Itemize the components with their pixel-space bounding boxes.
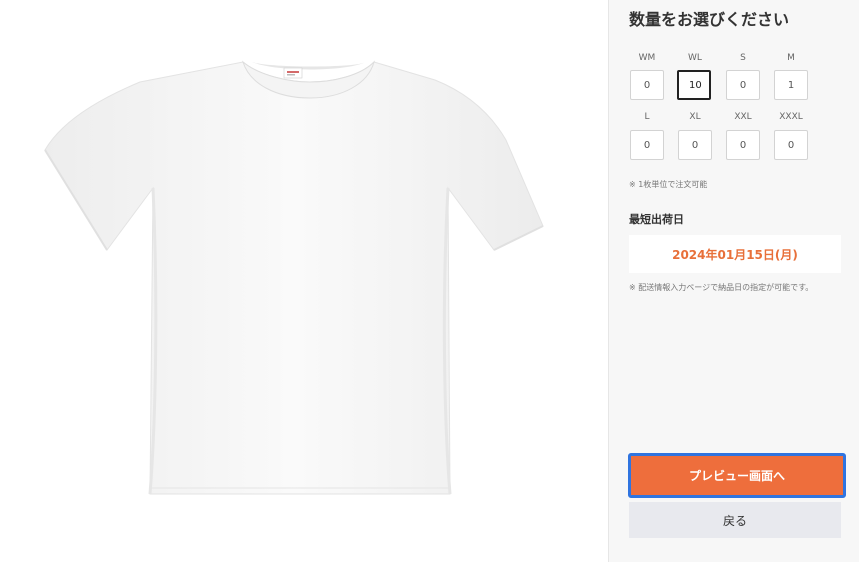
size-label-m: M <box>787 53 795 63</box>
quantity-heading: 数量をお選びください <box>629 10 790 29</box>
preview-button[interactable]: プレビュー画面へ <box>628 453 846 498</box>
size-label-s: S <box>740 53 746 63</box>
back-button[interactable]: 戻る <box>629 502 841 538</box>
tshirt-image <box>44 60 544 495</box>
unit-note: ※ 1枚単位で注文可能 <box>629 180 708 189</box>
delivery-note: ※ 配送情報入力ページで納品日の指定が可能です。 <box>629 283 814 292</box>
size-label-xl: XL <box>689 112 701 122</box>
size-label-wl: WL <box>688 53 702 63</box>
order-panel: 数量をお選びください WM WL S M L XL XXL XXXL ※ 1枚単… <box>608 0 859 562</box>
shipping-date-box: 2024年01月15日(月) <box>629 235 841 273</box>
back-button-label: 戻る <box>722 513 747 528</box>
size-label-xxxl: XXXL <box>779 112 803 122</box>
quantity-input-m[interactable] <box>774 70 808 100</box>
quantity-input-wm[interactable] <box>630 70 664 100</box>
quantity-input-l[interactable] <box>630 130 664 160</box>
shipping-date-label: 最短出荷日 <box>629 213 684 226</box>
shipping-date-value: 2024年01月15日(月) <box>672 247 798 262</box>
quantity-input-s[interactable] <box>726 70 760 100</box>
size-label-wm: WM <box>638 53 656 63</box>
product-preview-area <box>0 0 608 562</box>
quantity-input-xxl[interactable] <box>726 130 760 160</box>
size-label-l: L <box>644 112 650 122</box>
quantity-input-wl[interactable] <box>677 70 711 100</box>
preview-button-label: プレビュー画面へ <box>688 469 785 483</box>
quantity-input-xl[interactable] <box>678 130 712 160</box>
size-label-xxl: XXL <box>734 112 752 122</box>
quantity-input-xxxl[interactable] <box>774 130 808 160</box>
